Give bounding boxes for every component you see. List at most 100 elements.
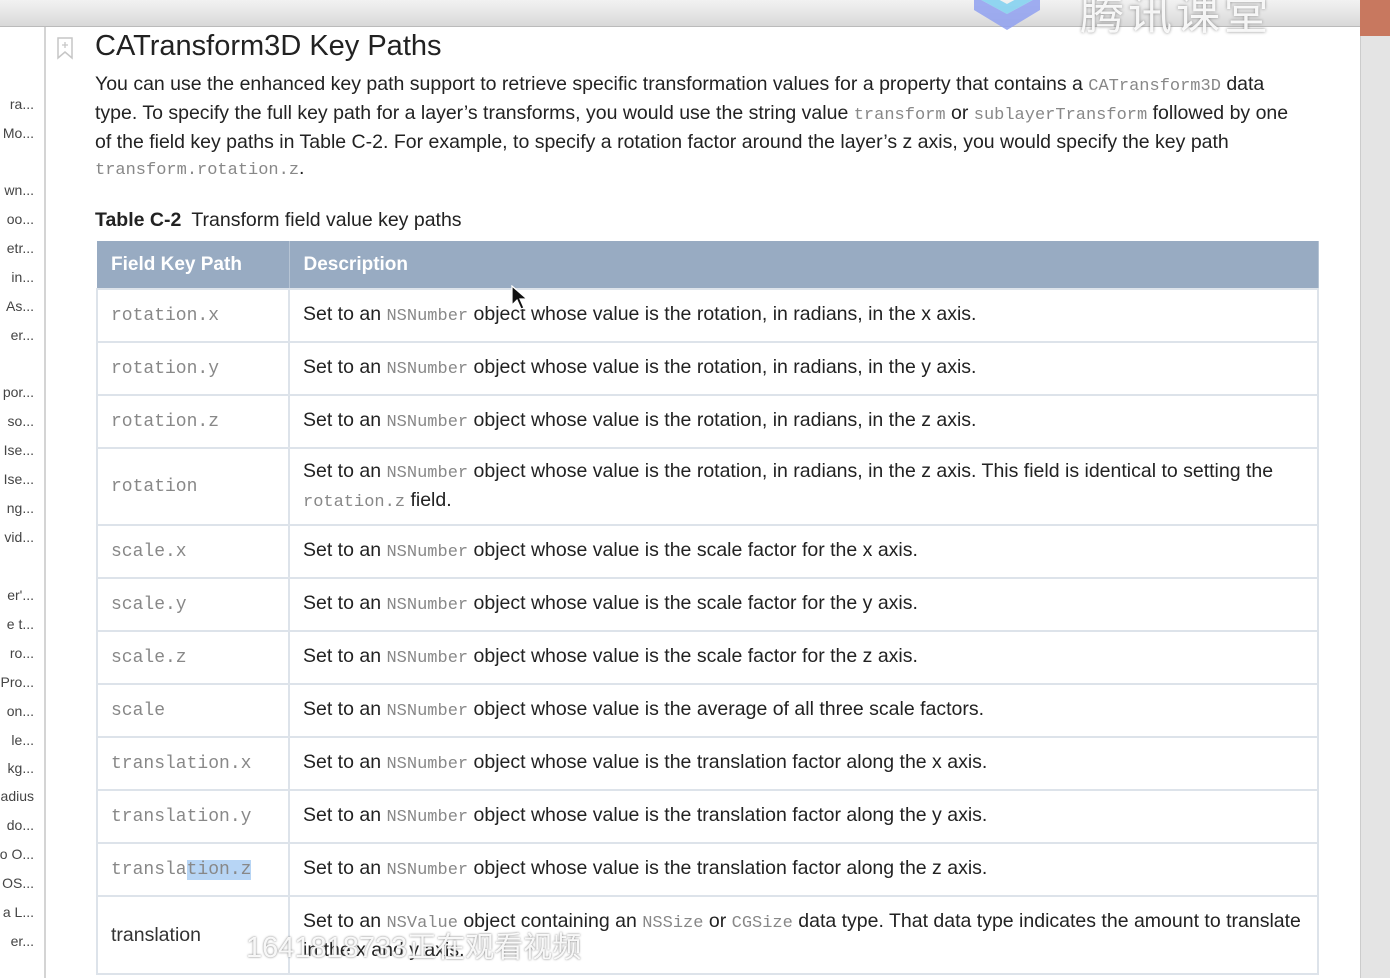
field-description: Set to an NSNumber object whose value is… [288,577,1319,632]
table-caption: Table C-2 Transform field value key paths [95,209,462,232]
text-run: object whose value is the translation fa… [468,857,988,879]
inline-code: NSNumber [386,596,469,615]
inline-code: NSSize [642,913,704,933]
sidebar-item[interactable]: Mo... [3,125,34,141]
text-run: object whose value is the translation fa… [468,751,988,773]
text-run: object whose value is the translation fa… [468,804,988,826]
inline-code: CGSize [731,913,793,933]
sidebar-item[interactable]: OS... [2,875,34,891]
field-description: Set to an NSNumber object whose value is… [288,736,1319,791]
sidebar-item[interactable]: Ise... [4,442,34,458]
inline-code: transform [853,106,946,125]
watermark-logo-text: 腾讯课堂 [1080,0,1272,39]
sidebar-item[interactable]: por... [3,384,34,400]
text-run: . [299,157,305,179]
page-title: CATransform3D Key Paths [95,30,442,62]
field-description: Set to an NSNumber object whose value is… [288,683,1319,738]
sidebar-item[interactable]: er'... [7,587,34,603]
text-run: Set to an [303,356,387,378]
text-run: object whose value is the average of all… [468,698,985,720]
inline-code: NSNumber [386,413,469,432]
field-key-path: rotation.x [96,288,290,343]
field-key-path: scale.z [96,630,290,685]
inline-code: CATransform3D [1088,77,1221,96]
key-path-table: Field Key Path Description rotation.x Set… [96,241,1319,975]
sidebar-item[interactable]: kg... [8,760,34,776]
sidebar-item[interactable]: le... [11,732,34,748]
sidebar-item[interactable]: ra... [10,96,34,112]
inline-code: NSNumber [386,702,469,721]
field-key-path: translation.x [96,736,290,791]
field-description: Set to an NSNumber object whose value is… [288,341,1319,396]
text-run: Set to an [303,751,387,773]
sidebar-item[interactable]: so... [8,413,34,429]
sidebar-item[interactable]: on... [7,703,34,719]
table-row: translation.z Set to an NSNumber object w… [96,842,1319,897]
toolbar-menu-button[interactable] [1360,0,1390,36]
sidebar-toc: ra... Mo... wn... oo... etr... in... As... er..… [0,27,46,978]
sidebar-item[interactable]: do... [7,817,34,833]
sidebar-item[interactable]: ng... [7,500,34,516]
table-caption-text: Transform field value key paths [191,209,462,231]
column-header-description: Description [289,241,1319,289]
sidebar-item[interactable]: ro... [10,645,34,661]
text-run: object whose value is the rotation, in r… [468,303,977,325]
text-run: Set to an [303,698,387,720]
text-run: Set to an [303,804,387,826]
field-key-path: translation.z [96,842,290,897]
sidebar-item[interactable]: oo... [7,211,34,227]
table-row: rotation.y Set to an NSNumber object whos… [96,341,1319,396]
inline-code: NSNumber [386,649,469,668]
field-key-path: rotation.z [96,394,290,449]
field-key-path: rotation [96,447,290,526]
table-row: scale.y Set to an NSNumber object whose v… [96,577,1319,632]
inline-code: NSNumber [386,861,469,880]
sidebar-item[interactable]: etr... [7,240,34,256]
field-description: Set to an NSNumber object whose value is… [288,842,1319,897]
table-row: translation.x Set to an NSNumber object w… [96,736,1319,791]
text-run: object whose value is the scale factor f… [468,539,918,561]
inline-code: NSNumber [386,463,469,483]
sidebar-item[interactable]: a L... [3,904,34,920]
field-description: Set to an NSNumber object whose value is… [288,394,1319,449]
mouse-cursor-icon [511,285,529,310]
sidebar-item[interactable]: e t... [7,616,34,632]
sidebar-item[interactable]: adius [1,788,34,804]
scrollbar[interactable] [1360,36,1390,978]
table-row: scale.z Set to an NSNumber object whose v… [96,630,1319,685]
sidebar-item[interactable]: er... [11,327,34,343]
inline-code: transform.rotation.z [95,161,300,180]
text-run: Set to an [303,459,387,482]
table-row: rotation.x Set to an NSNumber object whos… [96,288,1319,343]
text-run: object whose value is the rotation, in r… [468,409,977,431]
text-run: You can use the enhanced key path suppor… [95,73,1089,95]
column-header-key: Field Key Path [97,241,290,289]
sidebar-item[interactable]: er... [11,933,34,949]
text-run: Set to an [303,645,387,667]
text-run: Set to an [303,592,387,614]
text-run: or [945,102,974,124]
table-row: rotation Set to an NSNumber object whose … [96,447,1319,526]
bookmark-icon[interactable] [56,36,74,60]
text-run: object whose value is the rotation, in r… [468,356,977,378]
sidebar-item[interactable]: As... [6,298,34,314]
text-run: Set to an [303,857,387,879]
inline-code: rotation.z [303,492,406,512]
table-row: scale.x Set to an NSNumber object whose v… [96,524,1319,579]
sidebar-item[interactable]: Pro... [1,674,34,690]
field-description: Set to an NSNumber object whose value is… [288,630,1319,685]
sidebar-item[interactable]: in... [11,269,34,285]
inline-code: NSNumber [386,543,469,562]
sidebar-item[interactable]: wn... [4,182,34,198]
table-row: scale Set to an NSNumber object whose val… [96,683,1319,738]
inline-code: NSNumber [386,307,469,326]
field-description: Set to an NSNumber object whose value is… [288,524,1319,579]
selected-text[interactable]: tion.z [186,859,252,880]
inline-code: NSNumber [386,755,469,774]
field-key-path: translation.y [96,789,290,844]
sidebar-item[interactable]: o O... [0,846,34,862]
text-run: or [703,909,732,932]
sidebar-item[interactable]: vid... [4,529,34,545]
sidebar-item[interactable]: Ise... [4,471,34,487]
text-run: Set to an [303,539,387,561]
